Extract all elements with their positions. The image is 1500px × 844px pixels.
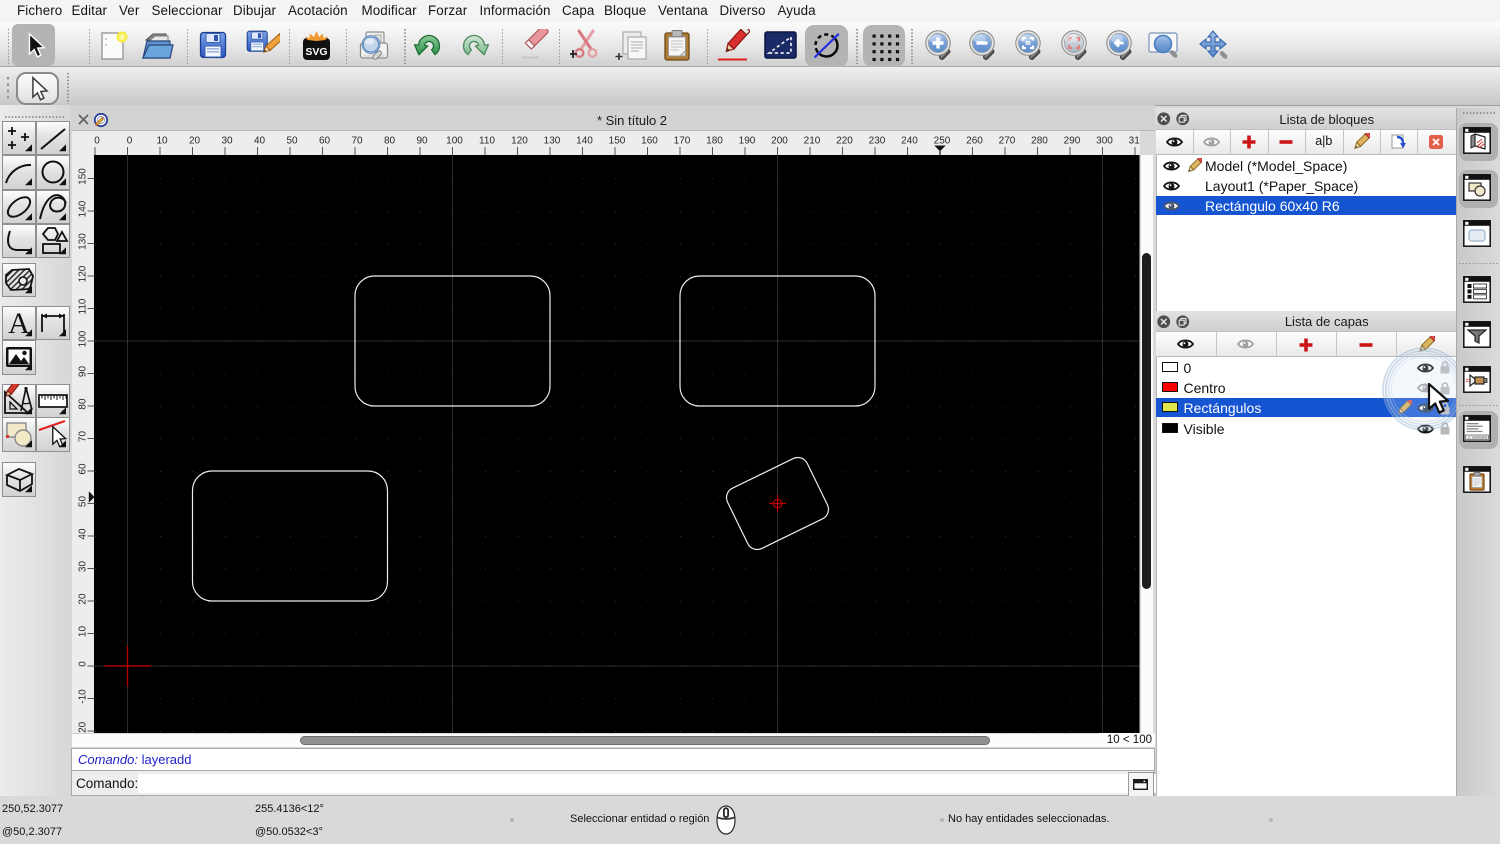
svg-text:90: 90 xyxy=(77,366,88,378)
svg-text:-20: -20 xyxy=(77,721,88,733)
svg-text:230: 230 xyxy=(869,136,886,147)
svg-text:SVG: SVG xyxy=(305,46,327,58)
svg-text:110: 110 xyxy=(479,136,495,147)
svg-text:10: 10 xyxy=(156,136,168,147)
svg-text:130: 130 xyxy=(77,233,88,250)
svg-text:220: 220 xyxy=(836,136,853,147)
svg-text:10: 10 xyxy=(77,626,88,638)
svg-text:260: 260 xyxy=(966,136,983,147)
svg-text:280: 280 xyxy=(1031,136,1048,147)
svg-text:290: 290 xyxy=(1064,136,1081,147)
svg-text:90: 90 xyxy=(416,136,428,147)
svg-text:140: 140 xyxy=(77,200,88,217)
svg-text:270: 270 xyxy=(999,136,1016,147)
svg-text:30: 30 xyxy=(77,561,88,573)
svg-text:200: 200 xyxy=(771,136,788,147)
svg-text:210: 210 xyxy=(804,136,821,147)
svg-text:150: 150 xyxy=(609,136,626,147)
svg-text:80: 80 xyxy=(77,398,88,410)
svg-text:-10: -10 xyxy=(77,689,88,704)
svg-text:60: 60 xyxy=(319,136,331,147)
svg-text:70: 70 xyxy=(77,431,88,443)
svg-text:300: 300 xyxy=(1096,136,1113,147)
svg-text:170: 170 xyxy=(674,136,691,147)
svg-text:120: 120 xyxy=(511,136,528,147)
svg-text:40: 40 xyxy=(254,136,266,147)
svg-text:70: 70 xyxy=(351,136,363,147)
svg-text:310: 310 xyxy=(1129,136,1140,147)
svg-text:30: 30 xyxy=(221,136,233,147)
svg-text:140: 140 xyxy=(576,136,593,147)
svg-text:c: command: c: command xyxy=(1468,436,1487,440)
svg-text:150: 150 xyxy=(77,168,88,185)
svg-text:110: 110 xyxy=(77,298,88,314)
svg-text:20: 20 xyxy=(77,593,88,605)
svg-text:0: 0 xyxy=(127,136,133,147)
svg-text:130: 130 xyxy=(544,136,561,147)
svg-text:50: 50 xyxy=(286,136,298,147)
svg-text:120: 120 xyxy=(77,265,88,282)
svg-text:100: 100 xyxy=(77,330,88,347)
svg-text:0: 0 xyxy=(94,136,100,147)
svg-text:0: 0 xyxy=(77,661,88,667)
svg-text:160: 160 xyxy=(641,136,658,147)
svg-text:50: 50 xyxy=(77,496,88,508)
svg-text:60: 60 xyxy=(77,463,88,475)
svg-text:80: 80 xyxy=(384,136,396,147)
svg-text:40: 40 xyxy=(77,528,88,540)
svg-text:20: 20 xyxy=(189,136,201,147)
svg-text:240: 240 xyxy=(901,136,918,147)
svg-text:100: 100 xyxy=(446,136,463,147)
svg-text:180: 180 xyxy=(706,136,723,147)
svg-text:190: 190 xyxy=(739,136,756,147)
svg-text:250: 250 xyxy=(934,136,951,147)
